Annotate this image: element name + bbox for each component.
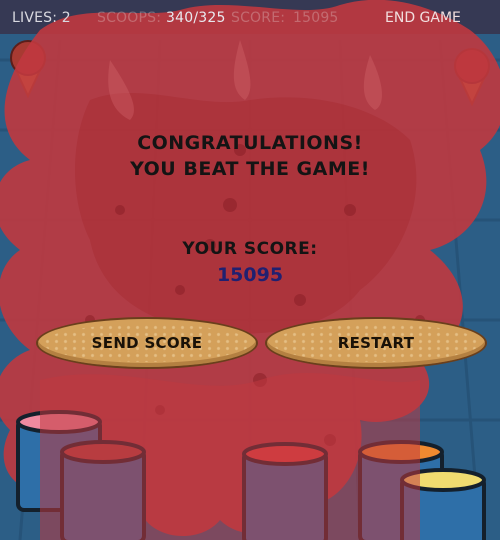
send-score-button[interactable]: SEND SCORE bbox=[38, 319, 256, 367]
beat-game-subtitle: YOU BEAT THE GAME! bbox=[130, 158, 370, 180]
scoops-counter: 340/325 bbox=[166, 10, 226, 26]
score-label: SCORE: bbox=[231, 10, 286, 26]
end-game-button[interactable]: END GAME bbox=[385, 10, 461, 26]
congratulations-title: CONGRATULATIONS! bbox=[137, 132, 363, 154]
restart-label: RESTART bbox=[337, 334, 415, 352]
your-score-label: YOUR SCORE: bbox=[182, 239, 318, 259]
send-score-label: SEND SCORE bbox=[91, 334, 203, 352]
final-score-value: 15095 bbox=[216, 264, 284, 286]
restart-button[interactable]: RESTART bbox=[267, 319, 485, 367]
scoops-label: SCOOPS: bbox=[97, 10, 162, 26]
score-counter: 15095 bbox=[293, 10, 339, 26]
lives-counter: LIVES: 2 bbox=[12, 10, 71, 26]
